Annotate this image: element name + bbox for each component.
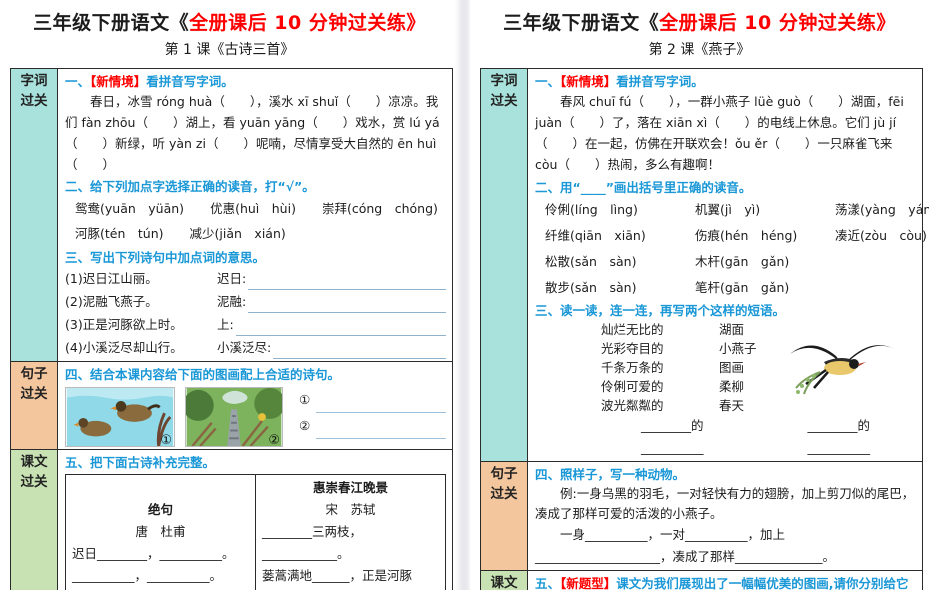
matching-blanks: ________的__________ ________的__________ bbox=[601, 415, 916, 459]
matching-left-column: 灿烂无比的 光彩夺目的 千条万条的 伶俐可爱的 波光粼粼的 bbox=[601, 320, 719, 415]
lesson-subtitle: 第 2 课《燕子》 bbox=[470, 35, 929, 64]
pinyin-choice: 纤维(qiān xiān) bbox=[545, 223, 695, 249]
text-section-cell: 五、【新题型】课文为我们展现出了一幅幅优美的图画,请你分别给它们取个名字。 bbox=[528, 571, 923, 590]
pinyin-choice: 减少(jiǎn xián) bbox=[190, 221, 286, 246]
section-label-words: 字词过关 bbox=[11, 69, 58, 362]
pinyin-choice: 凑近(zòu còu) bbox=[835, 223, 929, 249]
title-prefix: 三年级下册语文《 bbox=[33, 12, 189, 34]
pinyin-choice: 优惠(huì hùi) bbox=[210, 196, 296, 221]
pinyin-choice bbox=[835, 249, 929, 275]
question-4-fill: 一身__________，一对__________，加上____________… bbox=[535, 524, 916, 568]
pinyin-choice: 鸳鸯(yuān yüān) bbox=[75, 196, 184, 221]
question-3-heading: 三、读一读，连一连，再写两个这样的短语。 bbox=[535, 301, 916, 320]
poem-author: 宋 苏轼 bbox=[262, 499, 439, 521]
pinyin-choice bbox=[835, 275, 929, 301]
new-context-tag: 【新情境】 bbox=[90, 74, 146, 89]
poem-author: 唐 杜甫 bbox=[72, 521, 249, 543]
poem-line: ________三两枝，____________。 bbox=[262, 521, 439, 565]
question-3-item: (4)小溪泛尽却山行。 小溪泛尽: bbox=[65, 336, 446, 359]
question-2-row1: 鸳鸯(yuān yüān) 优惠(huì hùi) 崇拜(cóng chóng) bbox=[65, 196, 446, 221]
question-4-heading: 四、结合本课内容给下面的图画配上合适的诗句。 bbox=[65, 365, 446, 384]
page-title: 三年级下册语文《全册课后 10 分钟过关练》 bbox=[470, 0, 929, 35]
poem-title: 惠崇春江晚景 bbox=[262, 477, 439, 499]
question-5-heading: 五、把下面古诗补充完整。 bbox=[65, 453, 446, 472]
question-3-item: (1)迟日江山丽。 迟日: bbox=[65, 267, 446, 290]
question-3-item: (2)泥融飞燕子。 泥融: bbox=[65, 290, 446, 313]
title-highlight: 全册课后 10 分钟过关练》 bbox=[189, 12, 426, 34]
ducks-image: ① bbox=[65, 387, 175, 447]
text-section-cell: 五、把下面古诗补充完整。 绝句 唐 杜甫 迟日________，________… bbox=[58, 450, 453, 590]
worksheet-table: 字词过关 一、【新情境】看拼音写字词。 春风 chuī fú（ ），一群小燕子 … bbox=[480, 68, 923, 590]
new-type-tag: 【新题型】 bbox=[560, 576, 616, 590]
answer-line bbox=[273, 342, 446, 359]
title-highlight: 全册课后 10 分钟过关练》 bbox=[659, 12, 896, 34]
question-3-heading: 三、写出下列诗句中加点词的意思。 bbox=[65, 248, 446, 267]
question-2-row2: 河豚(tén tún) 减少(jiǎn xián) bbox=[65, 221, 446, 246]
left-page: 三年级下册语文《全册课后 10 分钟过关练》 第 1 课《古诗三首》 字词过关 … bbox=[0, 0, 459, 590]
question-3-matching: 灿烂无比的 光彩夺目的 千条万条的 伶俐可爱的 波光粼粼的 湖面 小燕子 图画 … bbox=[535, 320, 916, 459]
sentence-section-cell: 四、结合本课内容给下面的图画配上合适的诗句。 bbox=[58, 362, 453, 450]
sentence-section-cell: 四、照样子，写一种动物。 例:一身乌黑的羽毛，一对轻快有力的翅膀，加上剪刀似的尾… bbox=[528, 462, 923, 571]
section-label-words: 字词过关 bbox=[481, 69, 528, 462]
section-label-sentence: 句子过关 bbox=[481, 462, 528, 571]
ducks-illustration bbox=[66, 388, 174, 446]
question-1-body: 春日，冰雪 róng huà（ ），溪水 xī shuǐ（ ）凉凉。我们 fàn… bbox=[65, 91, 446, 175]
new-context-tag: 【新情境】 bbox=[560, 74, 616, 89]
swallow-image bbox=[784, 328, 902, 402]
pinyin-choice: 木杆(gān gǎn) bbox=[695, 249, 835, 275]
section-label-text: 课文过关 bbox=[11, 450, 58, 590]
question-5-heading: 五、【新题型】课文为我们展现出了一幅幅优美的图画,请你分别给它们取个名字。 bbox=[535, 574, 916, 590]
words-section-cell: 一、【新情境】看拼音写字词。 春日，冰雪 róng huà（ ），溪水 xī s… bbox=[58, 69, 453, 362]
poem-completion-table: 绝句 唐 杜甫 迟日________，__________。 _________… bbox=[65, 474, 446, 590]
question-1-heading: 一、【新情境】看拼音写字词。 bbox=[65, 72, 446, 91]
poem-title: 绝句 bbox=[72, 499, 249, 521]
poem-cell-jueju: 绝句 唐 杜甫 迟日________，__________。 _________… bbox=[66, 475, 256, 590]
question-4-heading: 四、照样子，写一种动物。 bbox=[535, 465, 916, 484]
pinyin-choice: 散步(sǎn sàn) bbox=[545, 275, 695, 301]
question-4-example: 例:一身乌黑的羽毛，一对轻快有力的翅膀，加上剪刀似的尾巴，凑成了那样可爱的活泼的… bbox=[535, 484, 916, 524]
pinyin-choice: 崇拜(cóng chóng) bbox=[322, 196, 438, 221]
section-label-sentence: 句子过关 bbox=[11, 362, 58, 450]
question-3-item: (3)正是河豚欲上时。 上: bbox=[65, 313, 446, 336]
question-2-grid: 伶俐(líng lìng) 机翼(jì yì) 荡漾(yàng yáng) 纤维… bbox=[535, 197, 916, 301]
pinyin-choice: 伶俐(líng lìng) bbox=[545, 197, 695, 223]
poem-line: 蒌蒿满地______，正是河豚______。 bbox=[262, 565, 439, 590]
pinyin-choice: 荡漾(yàng yáng) bbox=[835, 197, 929, 223]
answer-line bbox=[236, 319, 446, 336]
worksheet-table: 字词过关 一、【新情境】看拼音写字词。 春日，冰雪 róng huà（ ），溪水… bbox=[10, 68, 453, 590]
poem-cell-huichong: 惠崇春江晚景 宋 苏轼 ________三两枝，____________。 蒌蒿… bbox=[256, 475, 446, 590]
poem-line: __________，__________。 bbox=[72, 565, 249, 587]
question-2-heading: 二、用“____”画出括号里正确的读音。 bbox=[535, 178, 916, 197]
section-label-text: 课文过关 bbox=[481, 571, 528, 590]
answer-line bbox=[316, 422, 446, 439]
pinyin-choice: 河豚(tén tún) bbox=[75, 221, 164, 246]
question-1-body: 春风 chuī fú（ ），一群小燕子 lüè guò（ ）湖面，fēi juà… bbox=[535, 91, 916, 175]
question-2-heading: 二、给下列加点字选择正确的读音，打“√”。 bbox=[65, 177, 446, 196]
pinyin-choice: 机翼(jì yì) bbox=[695, 197, 835, 223]
page-title: 三年级下册语文《全册课后 10 分钟过关练》 bbox=[0, 0, 459, 35]
lesson-subtitle: 第 1 课《古诗三首》 bbox=[0, 35, 459, 64]
question-1-heading: 一、【新情境】看拼音写字词。 bbox=[535, 72, 916, 91]
answer-line bbox=[248, 296, 446, 313]
poem-line: 迟日________，__________。 bbox=[72, 543, 249, 565]
right-page: 三年级下册语文《全册课后 10 分钟过关练》 第 2 课《燕子》 字词过关 一、… bbox=[470, 0, 929, 590]
title-prefix: 三年级下册语文《 bbox=[503, 12, 659, 34]
pinyin-choice: 笔杆(gān gǎn) bbox=[695, 275, 835, 301]
pinyin-choice: 伤痕(hén héng) bbox=[695, 223, 835, 249]
question-4-answers: ① ② bbox=[293, 387, 446, 447]
answer-line bbox=[316, 396, 446, 413]
garden-image: ② bbox=[185, 387, 283, 447]
words-section-cell: 一、【新情境】看拼音写字词。 春风 chuī fú（ ），一群小燕子 lüè g… bbox=[528, 69, 923, 462]
pinyin-choice: 松散(sǎn sàn) bbox=[545, 249, 695, 275]
answer-line bbox=[248, 273, 446, 290]
